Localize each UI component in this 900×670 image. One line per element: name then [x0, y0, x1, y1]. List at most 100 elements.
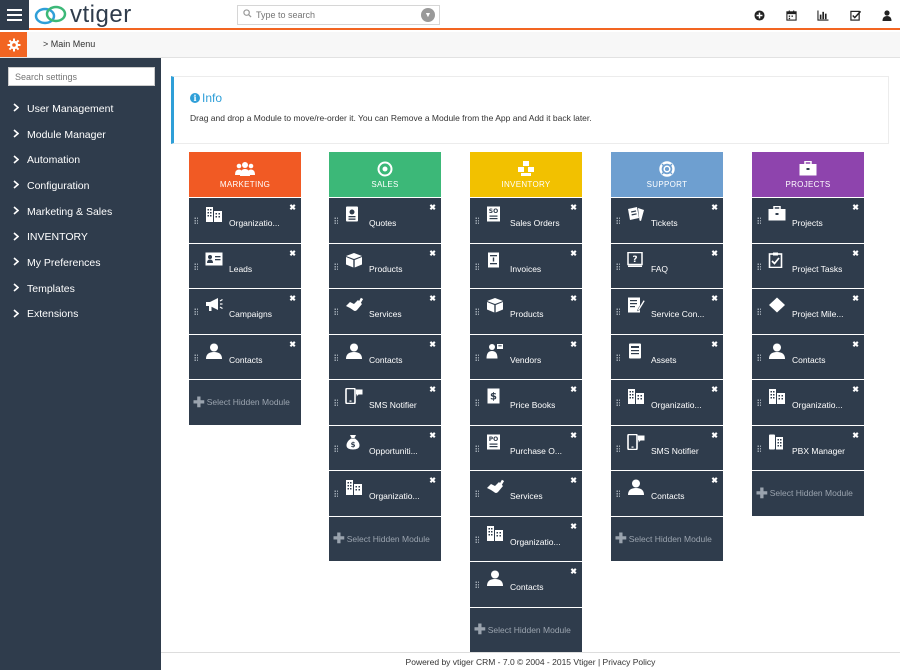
close-icon[interactable]: ✖	[852, 385, 859, 394]
breadcrumb[interactable]: > Main Menu	[43, 39, 95, 49]
drag-handle-icon[interactable]	[757, 353, 761, 362]
module-tile[interactable]: Leads ✖	[189, 242, 301, 288]
module-tile[interactable]: Organizatio... ✖	[470, 515, 582, 561]
calendar-icon[interactable]	[784, 8, 798, 22]
module-tile[interactable]: Services ✖	[329, 288, 441, 334]
sidebar-item-inventory[interactable]: INVENTORY	[0, 224, 161, 250]
drag-handle-icon[interactable]	[475, 581, 479, 589]
menu-hamburger-icon[interactable]	[0, 0, 29, 30]
close-icon[interactable]: ✖	[289, 249, 296, 258]
drag-handle-icon[interactable]	[475, 308, 479, 316]
drag-handle-icon[interactable]	[475, 490, 479, 498]
close-icon[interactable]: ✖	[570, 340, 577, 349]
close-icon[interactable]: ✖	[570, 294, 577, 303]
drag-handle-icon[interactable]	[475, 444, 479, 453]
drag-handle-icon[interactable]	[757, 262, 761, 271]
module-tile[interactable]: Tickets ✖	[611, 197, 723, 243]
drag-handle-icon[interactable]	[334, 490, 338, 498]
close-icon[interactable]: ✖	[852, 340, 859, 349]
drag-handle-icon[interactable]	[757, 444, 761, 453]
module-tile[interactable]: $ Opportuniti... ✖	[329, 424, 441, 470]
module-tile[interactable]: Project Tasks ✖	[752, 242, 864, 288]
close-icon[interactable]: ✖	[711, 385, 718, 394]
module-tile[interactable]: Project Mile... ✖	[752, 288, 864, 334]
close-icon[interactable]: ✖	[570, 476, 577, 485]
module-tile[interactable]: Organizatio... ✖	[611, 379, 723, 425]
drag-handle-icon[interactable]	[194, 262, 198, 271]
close-icon[interactable]: ✖	[852, 431, 859, 440]
select-hidden-module-button[interactable]: ✚ Select Hidden Module	[470, 606, 582, 652]
module-tile[interactable]: ? FAQ ✖	[611, 242, 723, 288]
drag-handle-icon[interactable]	[334, 353, 338, 362]
close-icon[interactable]: ✖	[852, 203, 859, 212]
close-icon[interactable]: ✖	[570, 431, 577, 440]
close-icon[interactable]: ✖	[289, 203, 296, 212]
close-icon[interactable]: ✖	[429, 476, 436, 485]
module-tile[interactable]: Contacts ✖	[611, 470, 723, 516]
module-tile[interactable]: Vendors ✖	[470, 333, 582, 379]
search-input[interactable]	[256, 10, 421, 20]
close-icon[interactable]: ✖	[570, 249, 577, 258]
gear-icon[interactable]	[0, 32, 27, 57]
module-tile[interactable]: Contacts ✖	[752, 333, 864, 379]
drag-handle-icon[interactable]	[616, 444, 620, 453]
close-icon[interactable]: ✖	[852, 249, 859, 258]
module-tile[interactable]: Campaigns ✖	[189, 288, 301, 334]
drag-handle-icon[interactable]	[616, 262, 620, 271]
close-icon[interactable]: ✖	[289, 340, 296, 349]
drag-handle-icon[interactable]	[334, 308, 338, 316]
module-tile[interactable]: Organizatio... ✖	[189, 197, 301, 243]
module-tile[interactable]: Assets ✖	[611, 333, 723, 379]
drag-handle-icon[interactable]	[757, 217, 761, 225]
drag-handle-icon[interactable]	[334, 399, 338, 407]
module-tile[interactable]: SO Sales Orders ✖	[470, 197, 582, 243]
module-tile[interactable]: PO Purchase O... ✖	[470, 424, 582, 470]
bar-chart-icon[interactable]	[816, 8, 830, 22]
close-icon[interactable]: ✖	[429, 249, 436, 258]
close-icon[interactable]: ✖	[429, 385, 436, 394]
sidebar-item-my-preferences[interactable]: My Preferences	[0, 250, 161, 276]
sidebar-item-configuration[interactable]: Configuration	[0, 173, 161, 199]
close-icon[interactable]: ✖	[429, 340, 436, 349]
drag-handle-icon[interactable]	[475, 399, 479, 407]
close-icon[interactable]: ✖	[570, 385, 577, 394]
drag-handle-icon[interactable]	[475, 217, 479, 225]
module-tile[interactable]: Services ✖	[470, 470, 582, 516]
plus-circle-icon[interactable]	[752, 8, 766, 22]
drag-handle-icon[interactable]	[194, 217, 198, 225]
module-tile[interactable]: Contacts ✖	[329, 333, 441, 379]
close-icon[interactable]: ✖	[570, 522, 577, 531]
drag-handle-icon[interactable]	[616, 490, 620, 498]
close-icon[interactable]: ✖	[711, 203, 718, 212]
close-icon[interactable]: ✖	[429, 294, 436, 303]
module-tile[interactable]: $ Price Books ✖	[470, 379, 582, 425]
module-tile[interactable]: Service Con... ✖	[611, 288, 723, 334]
module-tile[interactable]: Invoices ✖	[470, 242, 582, 288]
module-tile[interactable]: Quotes ✖	[329, 197, 441, 243]
drag-handle-icon[interactable]	[194, 353, 198, 362]
drag-handle-icon[interactable]	[616, 353, 620, 362]
chevron-down-icon[interactable]: ▼	[421, 8, 435, 22]
module-tile[interactable]: Organizatio... ✖	[329, 470, 441, 516]
drag-handle-icon[interactable]	[475, 353, 479, 362]
module-tile[interactable]: Products ✖	[329, 242, 441, 288]
close-icon[interactable]: ✖	[570, 203, 577, 212]
close-icon[interactable]: ✖	[711, 249, 718, 258]
sidebar-item-templates[interactable]: Templates	[0, 276, 161, 302]
drag-handle-icon[interactable]	[616, 217, 620, 225]
close-icon[interactable]: ✖	[570, 567, 577, 576]
module-tile[interactable]: Projects ✖	[752, 197, 864, 243]
drag-handle-icon[interactable]	[475, 262, 479, 271]
close-icon[interactable]: ✖	[429, 431, 436, 440]
module-tile[interactable]: PBX Manager ✖	[752, 424, 864, 470]
sidebar-item-automation[interactable]: Automation	[0, 147, 161, 173]
module-tile[interactable]: Organizatio... ✖	[752, 379, 864, 425]
close-icon[interactable]: ✖	[711, 294, 718, 303]
select-hidden-module-button[interactable]: ✚ Select Hidden Module	[752, 470, 864, 516]
select-hidden-module-button[interactable]: ✚ Select Hidden Module	[189, 379, 301, 425]
drag-handle-icon[interactable]	[334, 444, 338, 453]
checkbox-icon[interactable]	[848, 8, 862, 22]
sidebar-item-module-manager[interactable]: Module Manager	[0, 122, 161, 148]
close-icon[interactable]: ✖	[852, 294, 859, 303]
module-tile[interactable]: Contacts ✖	[189, 333, 301, 379]
